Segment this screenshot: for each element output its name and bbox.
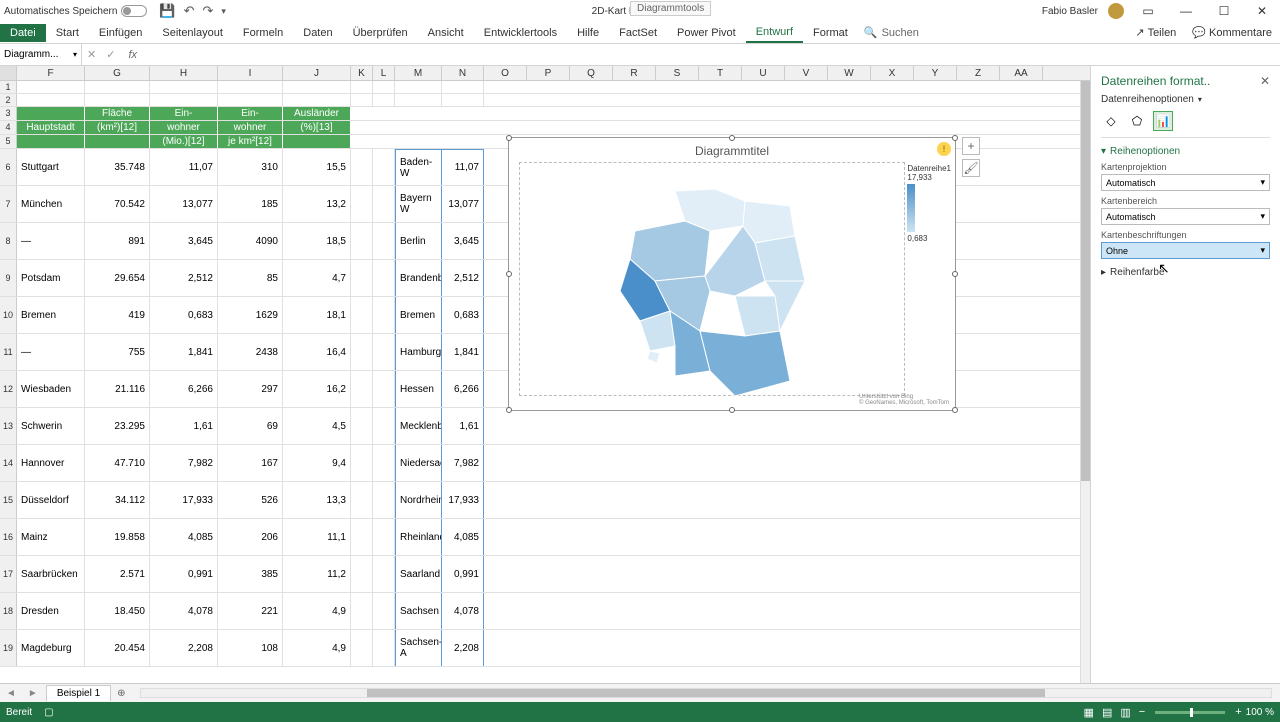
series-options-icon[interactable]: 📊 [1153, 111, 1173, 131]
name-box[interactable]: Diagramm...▾ [0, 44, 82, 65]
share-icon: ↗ [1135, 26, 1144, 39]
user-name[interactable]: Fabio Basler [1042, 6, 1098, 17]
share-button[interactable]: ↗Teilen [1127, 24, 1184, 41]
redo-icon[interactable]: ↷ [203, 3, 214, 19]
autosave-toggle[interactable]: Automatisches Speichern [4, 5, 147, 17]
contextual-tab-label: Diagrammtools [630, 1, 711, 16]
minimize-button[interactable]: — [1172, 4, 1200, 18]
macro-record-icon[interactable]: ▢ [44, 707, 53, 718]
save-icon[interactable]: 💾 [159, 3, 175, 19]
horizontal-scrollbar[interactable] [140, 688, 1272, 698]
sheet-nav-next[interactable]: ► [22, 688, 44, 699]
label-map-labels: Kartenbeschriftungen [1101, 230, 1270, 240]
chart-title[interactable]: Diagrammtitel [509, 138, 955, 164]
tab-review[interactable]: Überprüfen [343, 24, 418, 42]
tab-format[interactable]: Format [803, 24, 858, 42]
tab-help[interactable]: Hilfe [567, 24, 609, 42]
dropdown-map-area[interactable]: Automatisch▾ [1101, 208, 1270, 225]
vertical-scrollbar[interactable] [1080, 81, 1090, 683]
close-button[interactable]: ✕ [1248, 4, 1276, 18]
section-series-options[interactable]: ▾Reihenoptionen [1101, 146, 1270, 157]
title-bar: Automatisches Speichern 💾 ↶ ↷ ▾ 2D-Kart … [0, 0, 1280, 22]
map-chart[interactable]: Diagrammtitel [508, 137, 956, 411]
user-avatar[interactable] [1108, 3, 1124, 19]
chart-styles-button[interactable]: 🖌 [962, 159, 980, 177]
select-all-triangle[interactable] [0, 66, 17, 80]
map-attribution: Unterstützt von Bing© GeoNames, Microsof… [859, 394, 949, 406]
tab-view[interactable]: Ansicht [418, 24, 474, 42]
status-bar: Bereit ▢ ▦ ▤ ▥ − + 100 % [0, 702, 1280, 722]
enter-formula-icon[interactable]: ✓ [101, 48, 120, 61]
format-pane: Datenreihen format.. ✕ Datenreihenoption… [1090, 66, 1280, 683]
chart-legend: Datenreihe1 17,933 0,683 [907, 164, 951, 243]
worksheet[interactable]: FGHIJKLMNOPQRSTUVWXYZAA 123FlächeEin-Ein… [0, 66, 1090, 683]
tab-factset[interactable]: FactSet [609, 24, 667, 42]
zoom-slider[interactable] [1155, 711, 1225, 714]
zoom-in-button[interactable]: + [1231, 706, 1245, 718]
view-pagelayout-icon[interactable]: ▤ [1098, 706, 1116, 719]
tab-file[interactable]: Datei [0, 24, 46, 42]
ribbon-display-icon[interactable]: ▭ [1134, 4, 1162, 18]
search-icon: 🔍 [864, 26, 878, 39]
undo-icon[interactable]: ↶ [184, 3, 195, 19]
maximize-button[interactable]: ☐ [1210, 4, 1238, 18]
tab-developer[interactable]: Entwicklertools [474, 24, 567, 42]
tab-powerpivot[interactable]: Power Pivot [667, 24, 746, 42]
dropdown-map-labels[interactable]: Ohne▾ [1101, 242, 1270, 259]
label-map-area: Kartenbereich [1101, 196, 1270, 206]
view-pagebreak-icon[interactable]: ▥ [1116, 706, 1134, 719]
tell-me-search[interactable]: 🔍 Suchen [864, 26, 919, 39]
chart-elements-button[interactable]: + [962, 137, 980, 155]
germany-map [610, 181, 820, 401]
dropdown-projection[interactable]: Automatisch▾ [1101, 174, 1270, 191]
column-headers[interactable]: FGHIJKLMNOPQRSTUVWXYZAA [0, 66, 1090, 81]
cancel-formula-icon[interactable]: ✕ [82, 48, 101, 61]
tab-home[interactable]: Start [46, 24, 89, 42]
ribbon-tabs: Datei Start Einfügen Seitenlayout Formel… [0, 22, 1280, 44]
pane-title: Datenreihen format.. [1101, 74, 1210, 88]
tab-formulas[interactable]: Formeln [233, 24, 293, 42]
zoom-out-button[interactable]: − [1135, 706, 1149, 718]
sheet-tab-bar: ◄ ► Beispiel 1 ⊕ [0, 683, 1280, 702]
fill-line-icon[interactable]: ◇ [1101, 111, 1121, 131]
status-ready: Bereit [6, 707, 32, 718]
tab-design[interactable]: Entwurf [746, 23, 803, 43]
fx-icon[interactable]: fx [120, 49, 145, 61]
pane-close-icon[interactable]: ✕ [1260, 74, 1270, 88]
section-series-color[interactable]: ▸Reihenfarbe [1101, 267, 1270, 278]
label-projection: Kartenprojektion [1101, 162, 1270, 172]
formula-bar: Diagramm...▾ ✕ ✓ fx [0, 44, 1280, 66]
comments-button[interactable]: 💬Kommentare [1184, 24, 1280, 41]
tab-pagelayout[interactable]: Seitenlayout [152, 24, 233, 42]
chart-warning-icon[interactable]: ! [937, 142, 951, 156]
add-sheet-button[interactable]: ⊕ [111, 688, 131, 699]
effects-icon[interactable]: ⬠ [1127, 111, 1147, 131]
tab-data[interactable]: Daten [293, 24, 342, 42]
view-normal-icon[interactable]: ▦ [1080, 706, 1098, 719]
comment-icon: 💬 [1192, 26, 1206, 39]
sheet-tab[interactable]: Beispiel 1 [46, 685, 111, 701]
pane-subtitle-dropdown[interactable]: Datenreihenoptionen▾ [1101, 94, 1270, 105]
zoom-level[interactable]: 100 % [1246, 707, 1274, 718]
sheet-nav-prev[interactable]: ◄ [0, 688, 22, 699]
chart-plot-area[interactable] [519, 162, 905, 396]
tab-insert[interactable]: Einfügen [89, 24, 152, 42]
